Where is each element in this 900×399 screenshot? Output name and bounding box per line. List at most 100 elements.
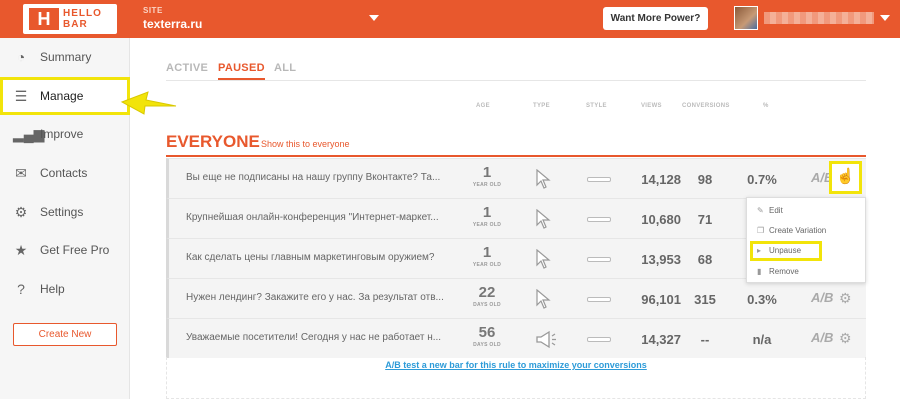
menu-item-edit[interactable]: ✎ Edit [757,206,783,215]
hello-bar-logo[interactable]: H HELLO BAR [23,4,117,34]
views-value: 13,953 [641,252,681,267]
views-value: 14,327 [641,332,681,347]
menu-item-remove[interactable]: ▮ Remove [757,267,799,276]
gauge-icon: ◔ [16,49,26,65]
sidebar-item-label: Improve [40,127,84,141]
conversion-rate: 0.7% [747,172,777,187]
views-value: 96,101 [641,292,681,307]
rule-subtitle-link[interactable]: Show this to everyone [261,139,350,149]
menu-item-create-variation[interactable]: ❐ Create Variation [757,226,826,235]
bar-message[interactable]: Нужен лендинг? Закажите его у нас. За ре… [186,292,458,303]
style-bar-icon [587,177,611,182]
sidebar-item-get-free-pro[interactable]: ★ Get Free Pro [0,231,130,269]
table-row[interactable]: Вы еще не подписаны на нашу группу Вконт… [166,158,866,198]
bar-message[interactable]: Вы еще не подписаны на нашу группу Вконт… [186,172,458,183]
sidebar-item-label: Summary [40,50,92,64]
gear-icon[interactable]: ⚙ [839,290,852,307]
table-row[interactable]: Нужен лендинг? Закажите его у нас. За ре… [166,278,866,318]
conversion-rate: n/a [752,332,772,347]
sidebar-item-contacts[interactable]: ✉ Contacts [0,154,130,192]
copy-icon: ❐ [757,226,765,235]
bar-actions-menu: ✎ Edit ❐ Create Variation ▸ Unpause ▮ Remove [746,197,866,283]
age-unit: YEAR OLD [472,222,502,228]
column-header-type: TYPE [533,103,550,109]
ab-test-link[interactable]: A/B test a new bar for this rule to maxi… [166,360,866,370]
logo-mark-icon: H [29,8,59,30]
sidebar-item-label: Get Free Pro [40,243,110,257]
pointer-icon [536,249,551,269]
column-header-percent: % [763,103,769,109]
sidebar: ◔ Summary ☰ Manage ▂▄▆ Improve ✉ Contact… [0,38,130,399]
tabs-divider [166,80,866,81]
conversions-value: 98 [697,172,713,187]
sidebar-item-settings[interactable]: ⚙ Settings [0,193,130,231]
age-value: 1 [482,244,492,261]
sidebar-item-manage[interactable]: ☰ Manage [0,77,130,115]
conversions-value: 68 [697,252,713,267]
sidebar-item-help[interactable]: ? Help [0,270,130,308]
envelope-icon: ✉ [15,165,27,181]
conversions-value: 315 [694,292,716,307]
tab-paused[interactable]: PAUSED [218,62,265,80]
user-name[interactable] [764,12,874,24]
gear-icon[interactable]: ⚙ [839,330,852,347]
sidebar-item-label: Help [40,282,65,296]
bar-message[interactable]: Уважаемые посетители! Сегодня у нас не р… [186,332,458,343]
star-icon: ★ [14,242,28,258]
ab-test-icon[interactable]: A/B [811,290,833,305]
views-value: 14,128 [641,172,681,187]
top-bar: H HELLO BAR SITE texterra.ru Want More P… [0,0,900,38]
avatar[interactable] [734,6,758,30]
pointer-icon [536,169,551,189]
column-header-age: AGE [476,103,490,109]
want-more-power-button[interactable]: Want More Power? [603,7,708,30]
age-value: 1 [482,204,492,221]
ab-test-icon[interactable]: A/B [811,330,833,345]
age-value: 1 [482,164,492,181]
age-unit: YEAR OLD [472,182,502,188]
conversion-rate: 0.3% [747,292,777,307]
site-label: SITE [143,6,163,15]
style-bar-icon [587,217,611,222]
views-value: 10,680 [641,212,681,227]
tab-active[interactable]: ACTIVE [166,62,208,74]
question-icon: ? [17,281,25,297]
logo-text: HELLO BAR [63,8,102,30]
style-bar-icon [587,337,611,342]
pointer-icon [536,209,551,229]
sidebar-item-label: Settings [40,205,84,219]
site-selector[interactable]: texterra.ru [143,17,202,31]
tab-all[interactable]: ALL [274,62,296,74]
rule-title: EVERYONE [166,132,260,151]
bar-message[interactable]: Крупнейшая онлайн-конференция "Интернет-… [186,212,458,223]
sidebar-item-label: Manage [40,89,84,103]
user-chevron-down-icon[interactable] [880,15,890,21]
settings-gear-button[interactable]: ☝ [829,161,862,194]
sidebar-item-improve[interactable]: ▂▄▆ Improve [0,115,130,153]
pointer-icon [536,289,551,309]
column-header-style: STYLE [586,103,607,109]
bar-chart-icon: ▂▄▆ [13,126,45,142]
style-bar-icon [587,297,611,302]
age-unit: DAYS OLD [473,342,501,348]
play-icon: ▸ [757,246,762,255]
list-icon: ☰ [14,88,28,104]
menu-item-unpause[interactable]: ▸ Unpause [757,246,801,255]
rule-divider [166,155,866,157]
sidebar-item-label: Contacts [40,166,88,180]
megaphone-icon [536,330,556,349]
age-unit: YEAR OLD [472,262,502,268]
gear-icon: ⚙ [14,204,28,220]
annotation-arrow-icon [120,91,177,115]
column-header-conversions: CONVERSIONS [682,103,730,109]
age-value: 56 [478,324,496,341]
conversions-value: 71 [697,212,713,227]
site-chevron-down-icon[interactable] [369,15,379,21]
table-row[interactable]: Уважаемые посетители! Сегодня у нас не р… [166,318,866,358]
conversions-value: -- [700,332,710,347]
bar-message[interactable]: Как сделать цены главным маркетинговым о… [186,252,458,263]
style-bar-icon [587,257,611,262]
create-new-button[interactable]: Create New [13,323,117,346]
sidebar-item-summary[interactable]: ◔ Summary [0,38,130,76]
hand-cursor-icon: ☝ [836,168,855,185]
